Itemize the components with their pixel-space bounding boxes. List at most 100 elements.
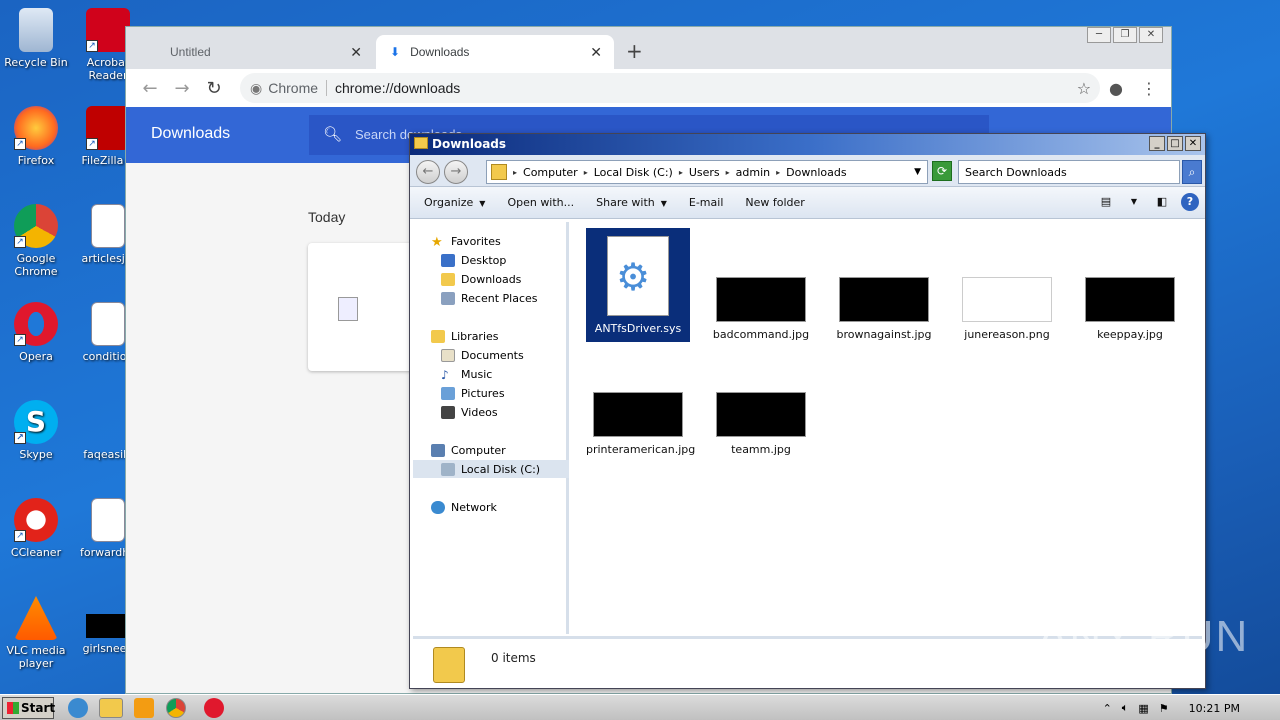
- desktop-icon: [441, 253, 455, 267]
- file-item[interactable]: ⚙ ANTfsDriver.sys: [585, 227, 691, 343]
- back-icon[interactable]: ←: [134, 78, 166, 99]
- desktop-icon-label: Skype: [19, 448, 53, 461]
- nav-videos[interactable]: Videos: [441, 403, 498, 421]
- explorer-search-input[interactable]: Search Downloads: [958, 160, 1180, 184]
- preview-pane-icon[interactable]: ◧: [1153, 193, 1171, 211]
- window-title: Downloads: [432, 137, 507, 151]
- address-bar[interactable]: ◉ Chrome chrome://downloads: [240, 73, 1100, 103]
- search-icon[interactable]: ⌕: [1182, 160, 1202, 184]
- command-label: E-mail: [688, 196, 724, 209]
- toolbar-right: ☆ ● ⋮: [1077, 79, 1157, 98]
- menu-kebab-icon[interactable]: ⋮: [1141, 79, 1157, 98]
- email-button[interactable]: E-mail: [675, 196, 732, 209]
- maximize-button[interactable]: ❐: [1113, 27, 1137, 43]
- desktop-icon-vlc[interactable]: VLC media player: [0, 596, 72, 670]
- desktop-icon-label: Recycle Bin: [4, 56, 68, 69]
- nav-network[interactable]: Network: [431, 498, 497, 516]
- desktop-icon-ccleaner[interactable]: ↗ CCleaner: [0, 498, 72, 559]
- back-icon[interactable]: ←: [416, 160, 440, 184]
- nav-label: Network: [451, 500, 497, 514]
- acrobat-icon: ↗: [86, 8, 130, 52]
- tab-untitled[interactable]: Untitled ✕: [156, 35, 374, 69]
- explorer-taskbar-icon[interactable]: [99, 698, 123, 718]
- profile-avatar-icon[interactable]: ●: [1109, 79, 1123, 98]
- nav-desktop[interactable]: Desktop: [441, 251, 506, 269]
- breadcrumb[interactable]: ▸ Computer ▸ Local Disk (C:) ▸ Users ▸ a…: [486, 160, 928, 184]
- media-player-icon[interactable]: [134, 698, 154, 718]
- help-icon[interactable]: ?: [1181, 193, 1199, 211]
- desktop-icon-opera[interactable]: ↗ Opera: [0, 302, 72, 363]
- file-item[interactable]: brownagainst.jpg: [832, 277, 936, 341]
- libraries-icon: [431, 329, 445, 343]
- file-item[interactable]: printeramerican.jpg: [586, 392, 695, 456]
- nav-recent-places[interactable]: Recent Places: [441, 289, 538, 307]
- network-tray-icon[interactable]: ▦: [1138, 702, 1148, 715]
- file-item[interactable]: keeppay.jpg: [1078, 277, 1182, 341]
- opera-taskbar-icon[interactable]: [204, 698, 224, 718]
- chrome-taskbar-icon[interactable]: [166, 698, 186, 718]
- chevron-down-icon[interactable]: ▼: [914, 167, 921, 177]
- command-label: New folder: [745, 196, 805, 209]
- close-button[interactable]: ✕: [1139, 27, 1163, 43]
- refresh-icon[interactable]: ⟳: [932, 161, 952, 181]
- file-name: printeramerican.jpg: [586, 443, 696, 456]
- new-folder-button[interactable]: New folder: [731, 196, 812, 209]
- command-label: Share with: [596, 196, 655, 209]
- minimize-button[interactable]: _: [1149, 136, 1165, 151]
- open-with-button[interactable]: Open with...: [493, 196, 582, 209]
- desktop-icon-skype[interactable]: S ↗ Skype: [0, 400, 72, 461]
- file-item[interactable]: junereason.png: [955, 277, 1059, 341]
- forward-icon[interactable]: →: [444, 160, 468, 184]
- nav-label: Downloads: [461, 272, 522, 286]
- watermark-logo: ANY RUN: [1038, 612, 1250, 661]
- close-tab-icon[interactable]: ✕: [590, 44, 602, 61]
- chevron-up-icon[interactable]: ⌃: [1103, 702, 1112, 715]
- change-view-icon[interactable]: ▤: [1097, 193, 1115, 211]
- tab-downloads[interactable]: ⬇ Downloads ✕: [376, 35, 614, 69]
- reload-icon[interactable]: ↻: [198, 78, 230, 99]
- maximize-button[interactable]: □: [1167, 136, 1183, 151]
- organize-button[interactable]: Organize ▼: [410, 196, 493, 209]
- file-item[interactable]: teamm.jpg: [709, 392, 813, 456]
- internet-explorer-icon[interactable]: [68, 698, 88, 718]
- desktop-icon-recycle-bin[interactable]: Recycle Bin: [0, 8, 72, 69]
- breadcrumb-item[interactable]: admin: [736, 166, 770, 179]
- minimize-button[interactable]: ─: [1087, 27, 1111, 43]
- clock[interactable]: 10:21 PM: [1189, 702, 1240, 715]
- forward-icon[interactable]: →: [166, 78, 198, 99]
- nav-music[interactable]: ♪ Music: [441, 365, 492, 383]
- close-tab-icon[interactable]: ✕: [350, 44, 362, 61]
- nav-label: Favorites: [451, 234, 501, 248]
- bookmark-star-icon[interactable]: ☆: [1077, 79, 1091, 98]
- image-thumbnail: [839, 277, 929, 322]
- nav-local-disk[interactable]: Local Disk (C:): [413, 460, 569, 478]
- chevron-down-icon[interactable]: ▼: [1125, 193, 1143, 211]
- breadcrumb-item[interactable]: Users: [689, 166, 720, 179]
- start-button[interactable]: Start: [2, 697, 55, 719]
- star-icon: ★: [431, 234, 443, 250]
- nav-downloads[interactable]: Downloads: [441, 270, 521, 288]
- tab-label: Downloads: [410, 45, 470, 59]
- breadcrumb-item[interactable]: Computer: [523, 166, 578, 179]
- action-center-flag-icon[interactable]: ⚑: [1159, 702, 1169, 715]
- nav-favorites[interactable]: ★ Favorites: [431, 232, 501, 250]
- nav-documents[interactable]: Documents: [441, 346, 524, 364]
- nav-libraries[interactable]: Libraries: [431, 327, 499, 345]
- nav-computer[interactable]: Computer: [431, 441, 506, 459]
- share-with-button[interactable]: Share with ▼: [582, 196, 675, 209]
- download-card[interactable]: [308, 243, 418, 371]
- file-item[interactable]: badcommand.jpg: [709, 277, 813, 341]
- breadcrumb-item[interactable]: Local Disk (C:): [594, 166, 673, 179]
- item-count: 0 items: [491, 651, 536, 665]
- new-tab-icon[interactable]: +: [626, 39, 643, 63]
- windows-logo-icon: [7, 702, 19, 714]
- desktop-icon-firefox[interactable]: ↗ Firefox: [0, 106, 72, 167]
- volume-icon[interactable]: 🔈︎: [1122, 701, 1129, 715]
- desktop-icon-chrome[interactable]: ↗ Google Chrome: [0, 204, 72, 278]
- file-list: ⚙ ANTfsDriver.sys badcommand.jpg brownag…: [572, 222, 1202, 634]
- close-button[interactable]: ✕: [1185, 136, 1201, 151]
- view-controls: ▤ ▼ ◧ ?: [1097, 193, 1199, 211]
- network-icon: [431, 500, 445, 514]
- nav-pictures[interactable]: Pictures: [441, 384, 505, 402]
- breadcrumb-item[interactable]: Downloads: [786, 166, 846, 179]
